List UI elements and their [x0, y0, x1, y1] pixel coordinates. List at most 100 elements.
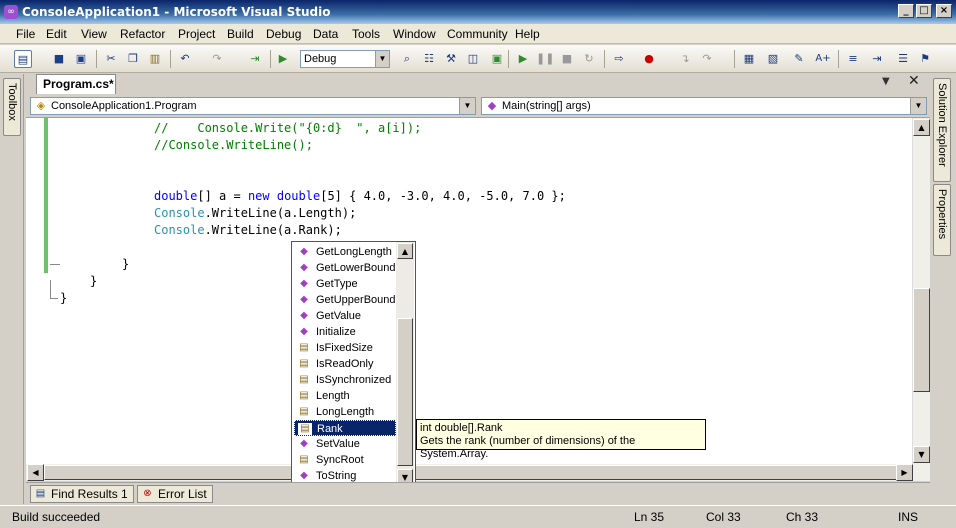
step-over-icon[interactable]: ↷: [698, 50, 716, 68]
scroll-up-icon[interactable]: ▲: [397, 243, 413, 259]
configuration-value: Debug: [304, 53, 337, 65]
completion-item[interactable]: ◆ GetValue: [294, 308, 396, 324]
menu-data[interactable]: Data: [311, 26, 340, 42]
code-definition-icon[interactable]: ✎: [790, 50, 808, 68]
pause-icon[interactable]: ❚❚: [536, 50, 554, 68]
scroll-up-icon[interactable]: ▲: [913, 119, 930, 136]
close-button[interactable]: ×: [936, 4, 952, 18]
code-line-array-declaration[interactable]: double[] a = new double[5] { 4.0, -3.0, …: [154, 188, 566, 205]
continue-icon[interactable]: ▶: [514, 50, 532, 68]
menu-refactor[interactable]: Refactor: [118, 26, 167, 42]
completion-item[interactable]: ◆ GetLowerBound: [294, 260, 396, 276]
error-list-label: Error List: [158, 487, 207, 501]
class-view-icon[interactable]: ▦: [740, 50, 758, 68]
scroll-right-icon[interactable]: ▶: [896, 464, 913, 481]
solution-explorer-tab[interactable]: Solution Explorer: [933, 78, 951, 182]
completion-item[interactable]: ▤ Length: [294, 388, 396, 404]
menu-edit[interactable]: Edit: [44, 26, 69, 42]
tab-program-cs[interactable]: Program.cs*: [36, 74, 116, 94]
step-into-icon[interactable]: ↴: [676, 50, 694, 68]
scroll-left-icon[interactable]: ◀: [27, 464, 44, 481]
server-explorer-icon[interactable]: ▧: [764, 50, 782, 68]
save-all-icon[interactable]: ▣: [72, 50, 90, 68]
completion-item[interactable]: ▤ Rank: [294, 420, 396, 436]
completion-item[interactable]: ▤ SyncRoot: [294, 452, 396, 468]
configuration-dropdown[interactable]: Debug ▼: [300, 50, 390, 68]
completion-item[interactable]: ◆ SetValue: [294, 436, 396, 452]
status-character: Ch 33: [786, 510, 819, 524]
tab-list-icon[interactable]: ▼: [882, 76, 890, 87]
completion-item[interactable]: ▤ LongLength: [294, 404, 396, 420]
toolbox-icon[interactable]: ⚒: [442, 50, 460, 68]
menu-community[interactable]: Community: [445, 26, 510, 42]
new-project-icon[interactable]: ▤: [14, 50, 32, 68]
comment-icon[interactable]: ☰: [894, 50, 912, 68]
menu-build[interactable]: Build: [225, 26, 256, 42]
tab-error-list[interactable]: ⊗ Error List: [137, 485, 213, 503]
code-brace-method[interactable]: }: [122, 256, 129, 273]
method-icon: ◆: [300, 278, 308, 289]
completion-item[interactable]: ◆ GetType: [294, 276, 396, 292]
tooltip-description: Gets the rank (number of dimensions) of …: [420, 435, 636, 460]
toolbox-tab[interactable]: Toolbox: [3, 78, 21, 136]
menu-help[interactable]: Help: [513, 26, 542, 42]
menu-debug[interactable]: Debug: [264, 26, 303, 42]
completion-scroll-thumb[interactable]: [397, 318, 413, 466]
completion-item[interactable]: ◆ GetUpperBound: [294, 292, 396, 308]
code-editor[interactable]: [26, 118, 930, 464]
toolbox-label: Toolbox: [6, 83, 18, 121]
completion-item[interactable]: ◆ Initialize: [294, 324, 396, 340]
indent-icon[interactable]: ⇥: [868, 50, 886, 68]
navigate-icon[interactable]: ⇥: [246, 50, 264, 68]
font-size-icon[interactable]: A+: [814, 50, 832, 68]
undo-icon[interactable]: ↶: [176, 50, 194, 68]
find-icon[interactable]: ⌕: [398, 50, 416, 68]
show-next-statement-icon[interactable]: ⇨: [610, 50, 628, 68]
code-brace-namespace[interactable]: }: [60, 290, 67, 307]
completion-item[interactable]: ▤ IsFixedSize: [294, 340, 396, 356]
tab-find-results[interactable]: ▤ Find Results 1: [30, 485, 134, 503]
menu-project[interactable]: Project: [176, 26, 217, 42]
format-icon[interactable]: ≡: [844, 50, 862, 68]
cut-icon[interactable]: ✂: [102, 50, 120, 68]
code-brace-class[interactable]: }: [90, 273, 97, 290]
breakpoints-icon[interactable]: ●: [640, 50, 658, 68]
menu-file[interactable]: File: [14, 26, 37, 42]
maximize-button[interactable]: □: [916, 4, 932, 18]
menu-window[interactable]: Window: [391, 26, 438, 42]
status-column: Col 33: [706, 510, 741, 524]
property-icon: ▤: [299, 390, 309, 401]
copy-icon[interactable]: ❐: [124, 50, 142, 68]
code-line-writeline-length[interactable]: Console.WriteLine(a.Length);: [154, 205, 356, 222]
property-icon: ▤: [298, 423, 312, 435]
properties-icon[interactable]: ☷: [420, 50, 438, 68]
code-line-comment-writeline[interactable]: //Console.WriteLine();: [154, 137, 313, 154]
bookmark-icon[interactable]: ⚑: [916, 50, 934, 68]
window-title: ConsoleApplication1 - Microsoft Visual S…: [22, 5, 331, 19]
start-debugging-icon[interactable]: ▶: [274, 50, 292, 68]
completion-item-label: Rank: [317, 423, 343, 435]
code-line-writeline-rank[interactable]: Console.WriteLine(a.Rank);: [154, 222, 342, 239]
type-dropdown[interactable]: ◈ ConsoleApplication1.Program ▼: [30, 97, 476, 115]
object-browser-icon[interactable]: ◫: [464, 50, 482, 68]
save-icon[interactable]: ■: [50, 50, 68, 68]
vertical-scroll-thumb[interactable]: [913, 288, 930, 392]
menu-tools[interactable]: Tools: [350, 26, 382, 42]
completion-item[interactable]: ▤ IsReadOnly: [294, 356, 396, 372]
menu-view[interactable]: View: [79, 26, 109, 42]
code-line-comment-write[interactable]: // Console.Write("{0:d} ", a[i]);: [154, 120, 421, 137]
completion-item[interactable]: ▤ IsSynchronized: [294, 372, 396, 388]
find-results-label: Find Results 1: [51, 487, 128, 501]
start-page-icon[interactable]: ▣: [488, 50, 506, 68]
completion-item[interactable]: ◆ GetLongLength: [294, 244, 396, 260]
minimize-button[interactable]: _: [898, 4, 914, 18]
paste-icon[interactable]: ▥: [146, 50, 164, 68]
redo-icon[interactable]: ↷: [208, 50, 226, 68]
scroll-down-icon[interactable]: ▼: [913, 446, 930, 463]
properties-tab[interactable]: Properties: [933, 184, 951, 256]
horizontal-scroll-thumb[interactable]: [44, 465, 904, 480]
close-document-icon[interactable]: ✕: [908, 73, 920, 89]
member-dropdown[interactable]: ◆ Main(string[] args) ▼: [481, 97, 927, 115]
stop-icon[interactable]: ■: [558, 50, 576, 68]
restart-icon[interactable]: ↻: [580, 50, 598, 68]
